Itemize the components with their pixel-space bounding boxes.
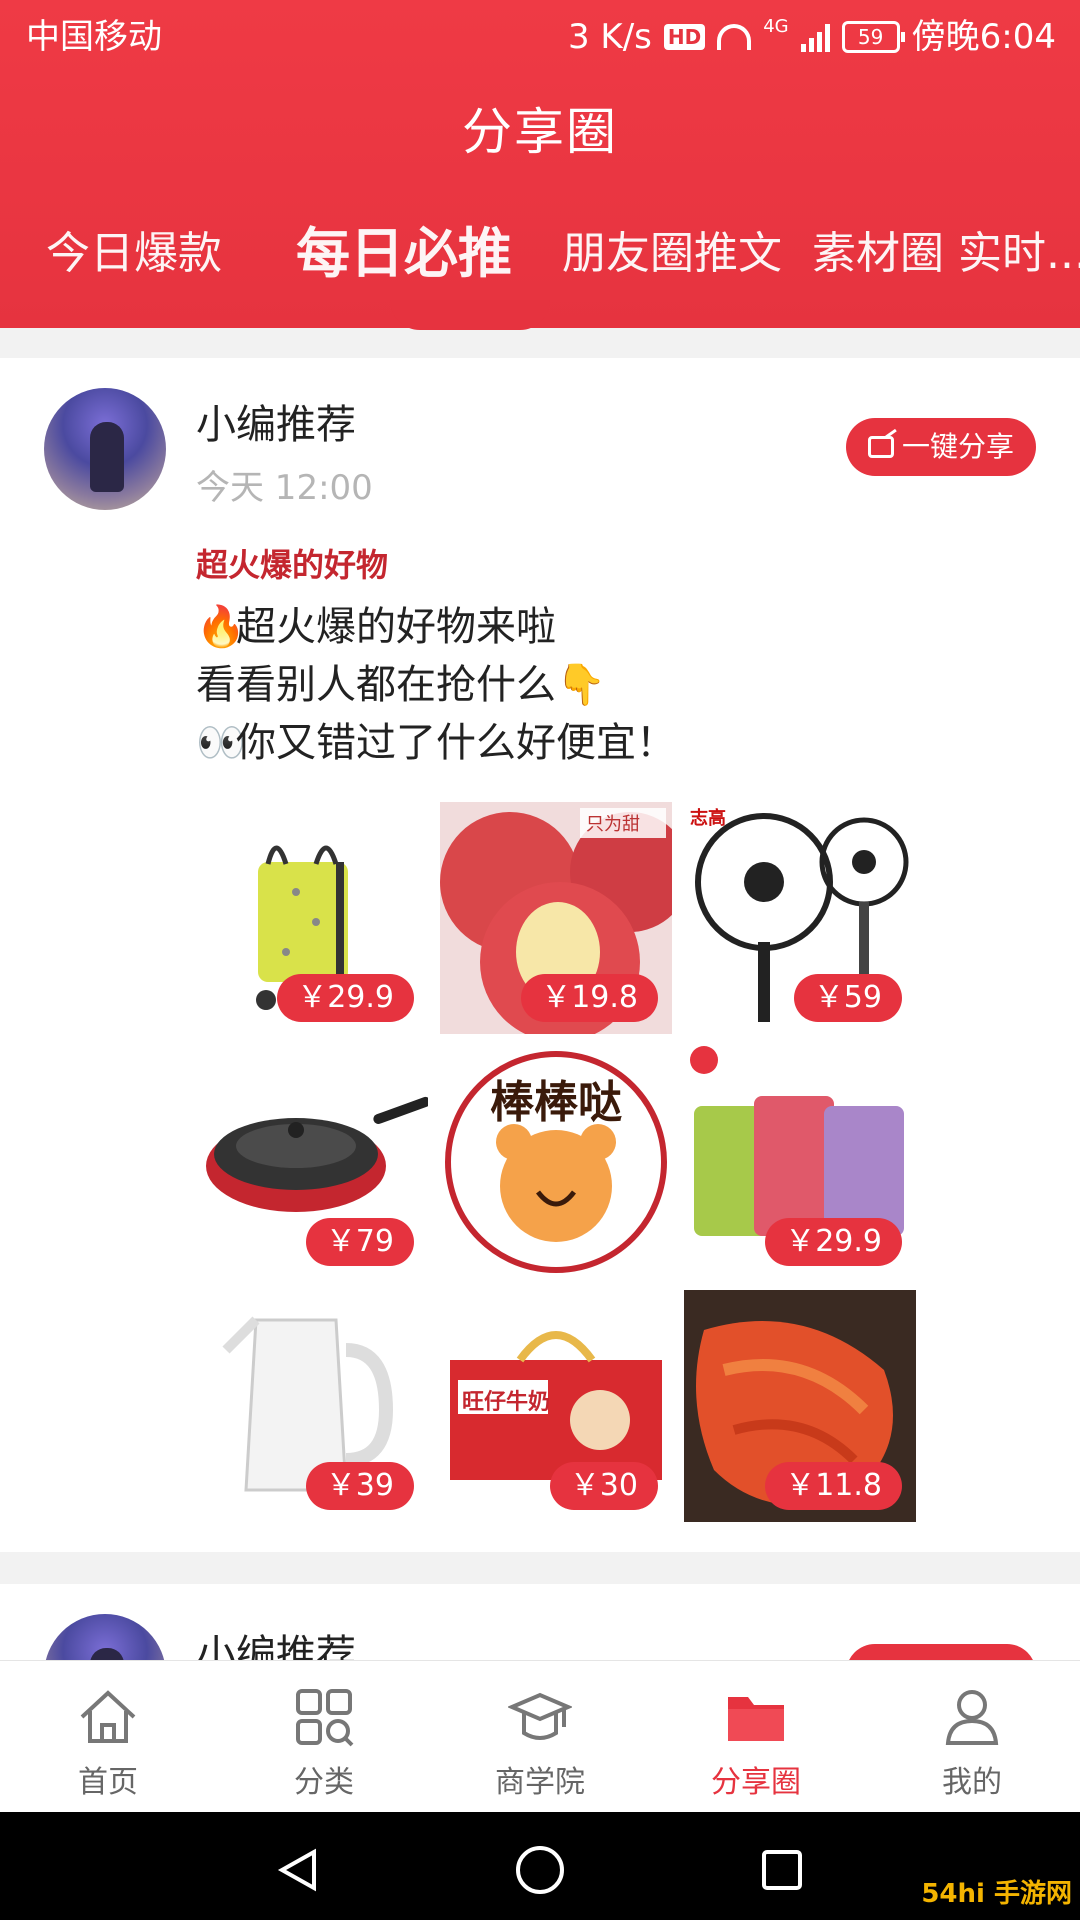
brand-label: 旺仔牛奶 [462, 1390, 551, 1415]
tab-moments-post[interactable]: 朋友圈推文 [562, 218, 782, 290]
product-cell[interactable]: ￥11.8 [684, 1290, 916, 1522]
one-click-share-button[interactable] [846, 1644, 1036, 1660]
one-click-share-button[interactable]: 一键分享 [846, 418, 1036, 476]
product-cell[interactable]: ￥39 [196, 1290, 428, 1522]
post-line: 看看别人都在抢什么 [196, 662, 556, 708]
eyes-icon: 👀 [196, 720, 246, 766]
product-price: ￥30 [549, 1462, 658, 1510]
product-grid: ￥29.9 只为甜 ￥19.8 志高 ￥59 ￥79 棒棒哒 ￥29.9 ￥39… [196, 802, 916, 1522]
nav-home[interactable]: 首页 [0, 1661, 216, 1813]
tab-daily-pick[interactable]: 每日必推 [296, 218, 512, 290]
post-card: 小编推荐 今天 12:00 一键分享 超火爆的好物 🔥超火爆的好物来啦 看看别人… [0, 358, 1080, 1552]
post-line: 超火爆的好物来啦 [236, 604, 556, 650]
nav-label: 分享圈 [711, 1765, 801, 1800]
nav-label: 我的 [942, 1765, 1002, 1800]
share-icon [867, 436, 894, 458]
post-author: 小编推荐 [196, 1632, 356, 1660]
product-cell[interactable]: 棒棒哒 [440, 1046, 672, 1278]
wifi-icon [717, 24, 752, 50]
product-price: ￥79 [305, 1218, 414, 1266]
user-icon [945, 1690, 999, 1745]
product-cell[interactable]: 旺仔牛奶 ￥30 [440, 1290, 672, 1522]
post-time: 今天 12:00 [196, 468, 373, 508]
tab-today-hot[interactable]: 今日爆款 [46, 218, 222, 290]
brand-label: 志高 [690, 808, 726, 829]
post-author: 小编推荐 [196, 402, 356, 448]
home-icon [80, 1690, 136, 1743]
share-button-label: 一键分享 [901, 430, 1014, 463]
post-line: 你又错过了什么好便宜！ [236, 720, 676, 766]
product-price: ￥19.8 [521, 974, 658, 1022]
nav-label: 商学院 [495, 1765, 585, 1800]
product-cell[interactable]: 志高 ￥59 [684, 802, 916, 1034]
avatar[interactable] [44, 1614, 166, 1660]
hd-badge: HD [663, 24, 706, 50]
network-speed: 3 K/s [567, 17, 652, 57]
nav-label: 首页 [78, 1765, 138, 1800]
tab-realtime[interactable]: 实时... [958, 218, 1080, 290]
post-title: 超火爆的好物 [196, 546, 389, 584]
avatar[interactable] [44, 388, 166, 510]
folder-icon [728, 1697, 784, 1741]
brand-label: 只为甜 [586, 814, 640, 835]
nav-category[interactable]: 分类 [216, 1661, 432, 1813]
nav-academy[interactable]: 商学院 [432, 1661, 648, 1813]
product-price: ￥59 [793, 974, 902, 1022]
page-title: 分享圈 [462, 103, 618, 161]
academy-icon [508, 1692, 572, 1740]
system-nav-bar: 54hi 手游网 [0, 1812, 1080, 1920]
network-type: 4G [763, 16, 789, 37]
back-icon[interactable] [274, 1846, 322, 1894]
signal-icon [800, 22, 830, 52]
post-body: 🔥超火爆的好物来啦 看看别人都在抢什么👇 👀你又错过了什么好便宜！ [196, 598, 676, 772]
post-card: 小编推荐 [0, 1584, 1080, 1660]
product-price: ￥29.9 [277, 974, 414, 1022]
recents-icon[interactable] [758, 1846, 806, 1894]
clock: 傍晚6:04 [911, 17, 1056, 57]
nav-label: 分类 [294, 1765, 354, 1800]
category-icon [296, 1689, 354, 1747]
carrier-label: 中国移动 [26, 17, 162, 57]
product-cell[interactable]: ￥29.9 [196, 802, 428, 1034]
active-tab-indicator [390, 300, 550, 330]
sticker-caption: 棒棒哒 [490, 1077, 622, 1128]
nav-share-circle[interactable]: 分享圈 [648, 1661, 864, 1813]
product-cell[interactable]: ￥29.9 [684, 1046, 916, 1278]
tab-bar: 今日爆款 每日必推 朋友圈推文 素材圈 实时... [0, 218, 1080, 290]
product-price: ￥39 [305, 1462, 414, 1510]
product-price: ￥29.9 [765, 1218, 902, 1266]
status-bar: 中国移动 3 K/s HD 4G 59 傍晚6:04 [0, 0, 1080, 74]
battery-icon: 59 [841, 21, 905, 53]
home-circle-icon[interactable] [514, 1844, 566, 1896]
fire-icon: 🔥 [196, 604, 246, 650]
nav-mine[interactable]: 我的 [864, 1661, 1080, 1813]
product-price: ￥11.8 [765, 1462, 902, 1510]
point-down-icon: 👇 [556, 662, 606, 708]
app-header: 中国移动 3 K/s HD 4G 59 傍晚6:04 分享圈 今日爆款 每日必推… [0, 0, 1080, 328]
product-cell[interactable]: ￥79 [196, 1046, 428, 1278]
bottom-nav: 首页 分类 商学院 分享圈 我的 [0, 1660, 1080, 1813]
watermark: 54hi 手游网 [921, 1879, 1072, 1909]
product-cell[interactable]: 只为甜 ￥19.8 [440, 802, 672, 1034]
tab-material[interactable]: 素材圈 [812, 218, 944, 290]
